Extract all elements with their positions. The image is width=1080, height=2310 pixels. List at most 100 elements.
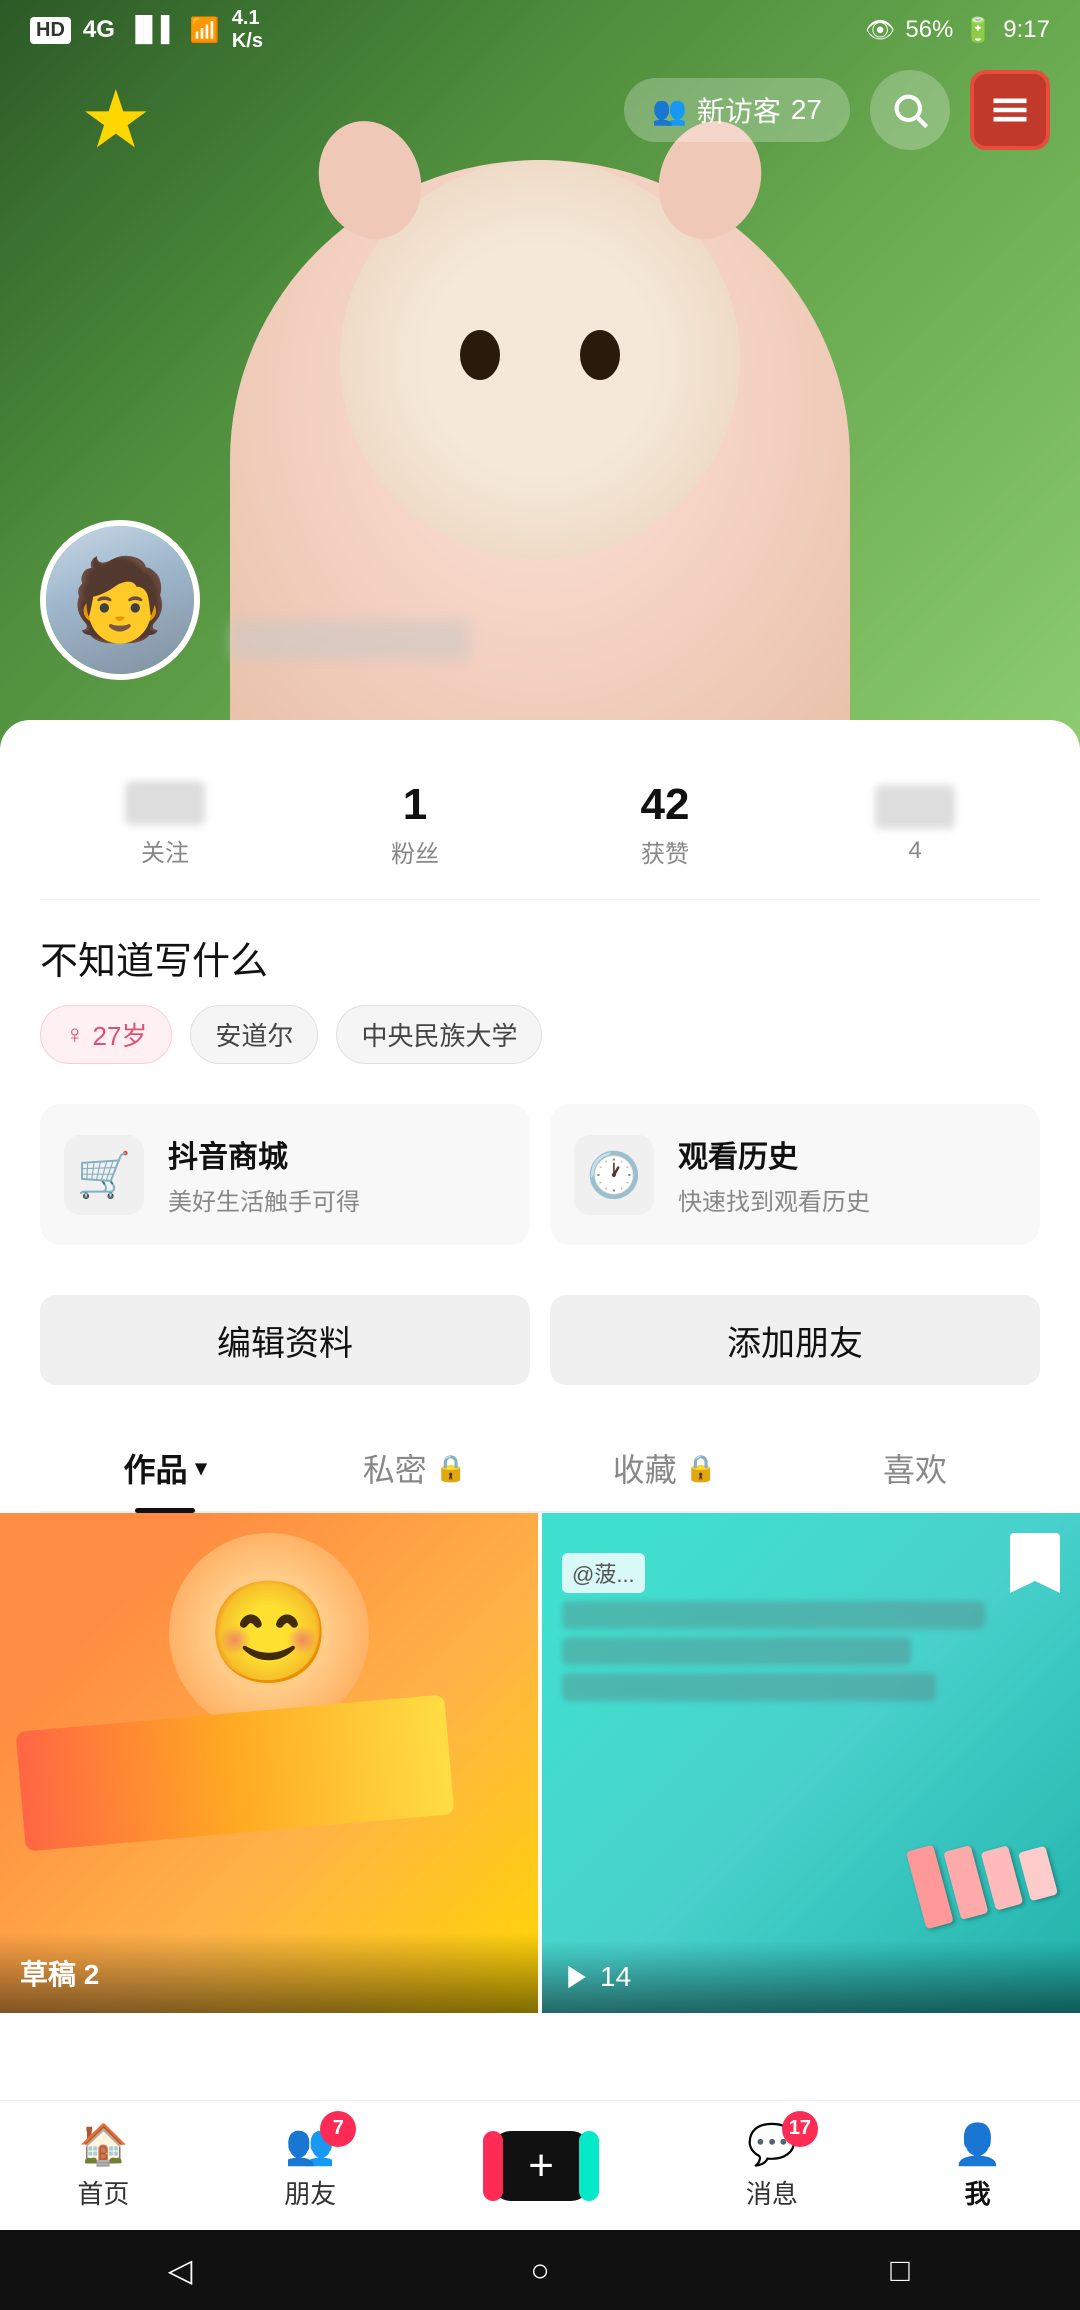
video1-decoration: [16, 1694, 455, 1851]
tab-works-label: 作品: [123, 1445, 187, 1491]
history-icon: 🕐: [574, 1135, 654, 1215]
stat-fans[interactable]: 1 粉丝: [290, 780, 540, 869]
hd-badge: HD: [30, 17, 71, 44]
shop-title: 抖音商城: [168, 1132, 360, 1176]
play-count: 14: [562, 1961, 631, 1993]
add-friend-button[interactable]: 添加朋友: [550, 1295, 1040, 1385]
android-nav: ◁ ○ □: [0, 2230, 1080, 2310]
add-icon: +: [528, 2141, 554, 2191]
search-icon: [890, 90, 930, 130]
add-button[interactable]: +: [491, 2131, 591, 2201]
network-icon: 4G: [83, 16, 115, 44]
action-buttons: 编辑资料 添加朋友: [40, 1275, 1040, 1415]
tab-works[interactable]: 作品 ▾: [40, 1425, 290, 1511]
history-subtitle: 快速找到观看历史: [678, 1182, 870, 1217]
friends-badge: 7: [320, 2111, 356, 2147]
history-title: 观看历史: [678, 1132, 870, 1176]
status-right: 👁 56% 🔋 9:17: [865, 16, 1050, 45]
visitor-icon: 👥: [652, 94, 687, 127]
stat-following-value-blurred: [125, 781, 205, 825]
draft-badge: 草稿 2: [20, 1953, 99, 1993]
menu-icon: [988, 88, 1032, 132]
status-bar: HD 4G ▐▌▌ 📶 4.1K/s 👁 56% 🔋 9:17: [0, 0, 1080, 60]
eye-icon: 👁: [865, 16, 895, 45]
stat-following[interactable]: 关注: [40, 781, 290, 868]
wifi-icon: 📶: [190, 16, 220, 45]
tab-works-dropdown-icon: ▾: [195, 1455, 206, 1481]
video2-text-1: [562, 1601, 985, 1629]
stat-following-label: 关注: [141, 833, 189, 868]
visitor-label: 新访客: [697, 90, 781, 130]
tags-row: ♀ 27岁 安道尔 中央民族大学: [40, 1005, 1040, 1094]
tab-likes[interactable]: 喜欢: [790, 1425, 1040, 1511]
tag-age[interactable]: ♀ 27岁: [40, 1005, 172, 1064]
stat-other-value-blurred: [875, 785, 955, 829]
video2-info: @菠...: [542, 1533, 1080, 1729]
visitor-button[interactable]: 👥 新访客 27: [624, 78, 850, 142]
lock-icon-collection: 🔒: [685, 1453, 717, 1484]
tag-age-text: 27岁: [93, 1016, 148, 1053]
nav-messages[interactable]: 💬 消息 17: [746, 2121, 798, 2211]
stat-likes-value: 42: [641, 780, 690, 830]
video1-overlay: 草稿 2: [0, 1933, 538, 2013]
tag-school-text: 中央民族大学: [361, 1016, 517, 1053]
stat-likes[interactable]: 42 获赞: [540, 780, 790, 869]
profile-card: 关注 1 粉丝 42 获赞 4 不知道写什么 ♀ 27岁 安道尔 中央民族大学: [0, 720, 1080, 1513]
video-item-2[interactable]: @菠... 14: [542, 1513, 1080, 2013]
video-item-1[interactable]: 😊 草稿 2: [0, 1513, 538, 2013]
search-button[interactable]: [870, 70, 950, 150]
tag-location[interactable]: 安道尔: [190, 1005, 318, 1064]
profile-icon: 👤: [953, 2121, 1003, 2168]
shop-link[interactable]: 🛒 抖音商城 美好生活触手可得: [40, 1104, 530, 1245]
content-tabs: 作品 ▾ 私密 🔒 收藏 🔒 喜欢: [40, 1415, 1040, 1513]
home-button[interactable]: ○: [500, 2240, 580, 2300]
video2-text-3: [562, 1673, 936, 1701]
nav-friends-label: 朋友: [284, 2174, 336, 2211]
tab-collection[interactable]: 收藏 🔒: [540, 1425, 790, 1511]
video2-text-2: [562, 1637, 911, 1665]
edit-profile-button[interactable]: 编辑资料: [40, 1295, 530, 1385]
history-link[interactable]: 🕐 观看历史 快速找到观看历史: [550, 1104, 1040, 1245]
nav-home-label: 首页: [77, 2174, 129, 2211]
home-icon: 🏠: [79, 2121, 129, 2168]
speed: 4.1K/s: [232, 7, 263, 53]
tab-likes-label: 喜欢: [883, 1445, 947, 1491]
menu-button[interactable]: [970, 70, 1050, 150]
domino-decoration: [906, 1817, 1058, 1929]
cover-area: HD 4G ▐▌▌ 📶 4.1K/s 👁 56% 🔋 9:17 ★ 👥 新访客: [0, 0, 1080, 760]
stats-row: 关注 1 粉丝 42 获赞 4: [40, 760, 1040, 900]
bio-text: 不知道写什么: [40, 900, 1040, 1005]
username-area: [230, 620, 470, 680]
play-icon: [562, 1962, 592, 1992]
battery-pct: 56%: [905, 16, 953, 44]
tag-school[interactable]: 中央民族大学: [336, 1005, 542, 1064]
avatar[interactable]: 🧑: [40, 520, 200, 680]
quick-links: 🛒 抖音商城 美好生活触手可得 🕐 观看历史 快速找到观看历史: [40, 1094, 1040, 1275]
clock: 9:17: [1003, 16, 1050, 44]
stat-other[interactable]: 4: [790, 785, 1040, 865]
back-button[interactable]: ◁: [140, 2240, 220, 2300]
nav-profile[interactable]: 👤 我: [953, 2121, 1003, 2211]
recent-button[interactable]: □: [860, 2240, 940, 2300]
history-texts: 观看历史 快速找到观看历史: [678, 1132, 870, 1217]
stat-other-label: 4: [908, 837, 921, 865]
nav-messages-label: 消息: [746, 2174, 798, 2211]
nav-home[interactable]: 🏠 首页: [77, 2121, 129, 2211]
stat-fans-value: 1: [403, 780, 427, 830]
video2-user-tag: @菠...: [562, 1553, 645, 1593]
stat-fans-label: 粉丝: [391, 834, 439, 869]
shop-subtitle: 美好生活触手可得: [168, 1182, 360, 1217]
nav-friends[interactable]: 👥 朋友 7: [284, 2121, 336, 2211]
video-grid: 😊 草稿 2 @菠... 14: [0, 1513, 1080, 2013]
bottom-nav: 🏠 首页 👥 朋友 7 + 💬 消息 17 👤 我: [0, 2100, 1080, 2230]
messages-badge: 17: [782, 2111, 818, 2147]
nav-add[interactable]: +: [491, 2131, 591, 2201]
avatar-image: 🧑: [46, 526, 194, 674]
video2-overlay: 14: [542, 1941, 1080, 2013]
lock-icon-private: 🔒: [435, 1453, 467, 1484]
tab-private[interactable]: 私密 🔒: [290, 1425, 540, 1511]
top-action-bar: 👥 新访客 27: [0, 70, 1080, 150]
tab-private-label: 私密: [363, 1445, 427, 1491]
gender-icon: ♀: [65, 1019, 85, 1050]
tab-collection-label: 收藏: [613, 1445, 677, 1491]
